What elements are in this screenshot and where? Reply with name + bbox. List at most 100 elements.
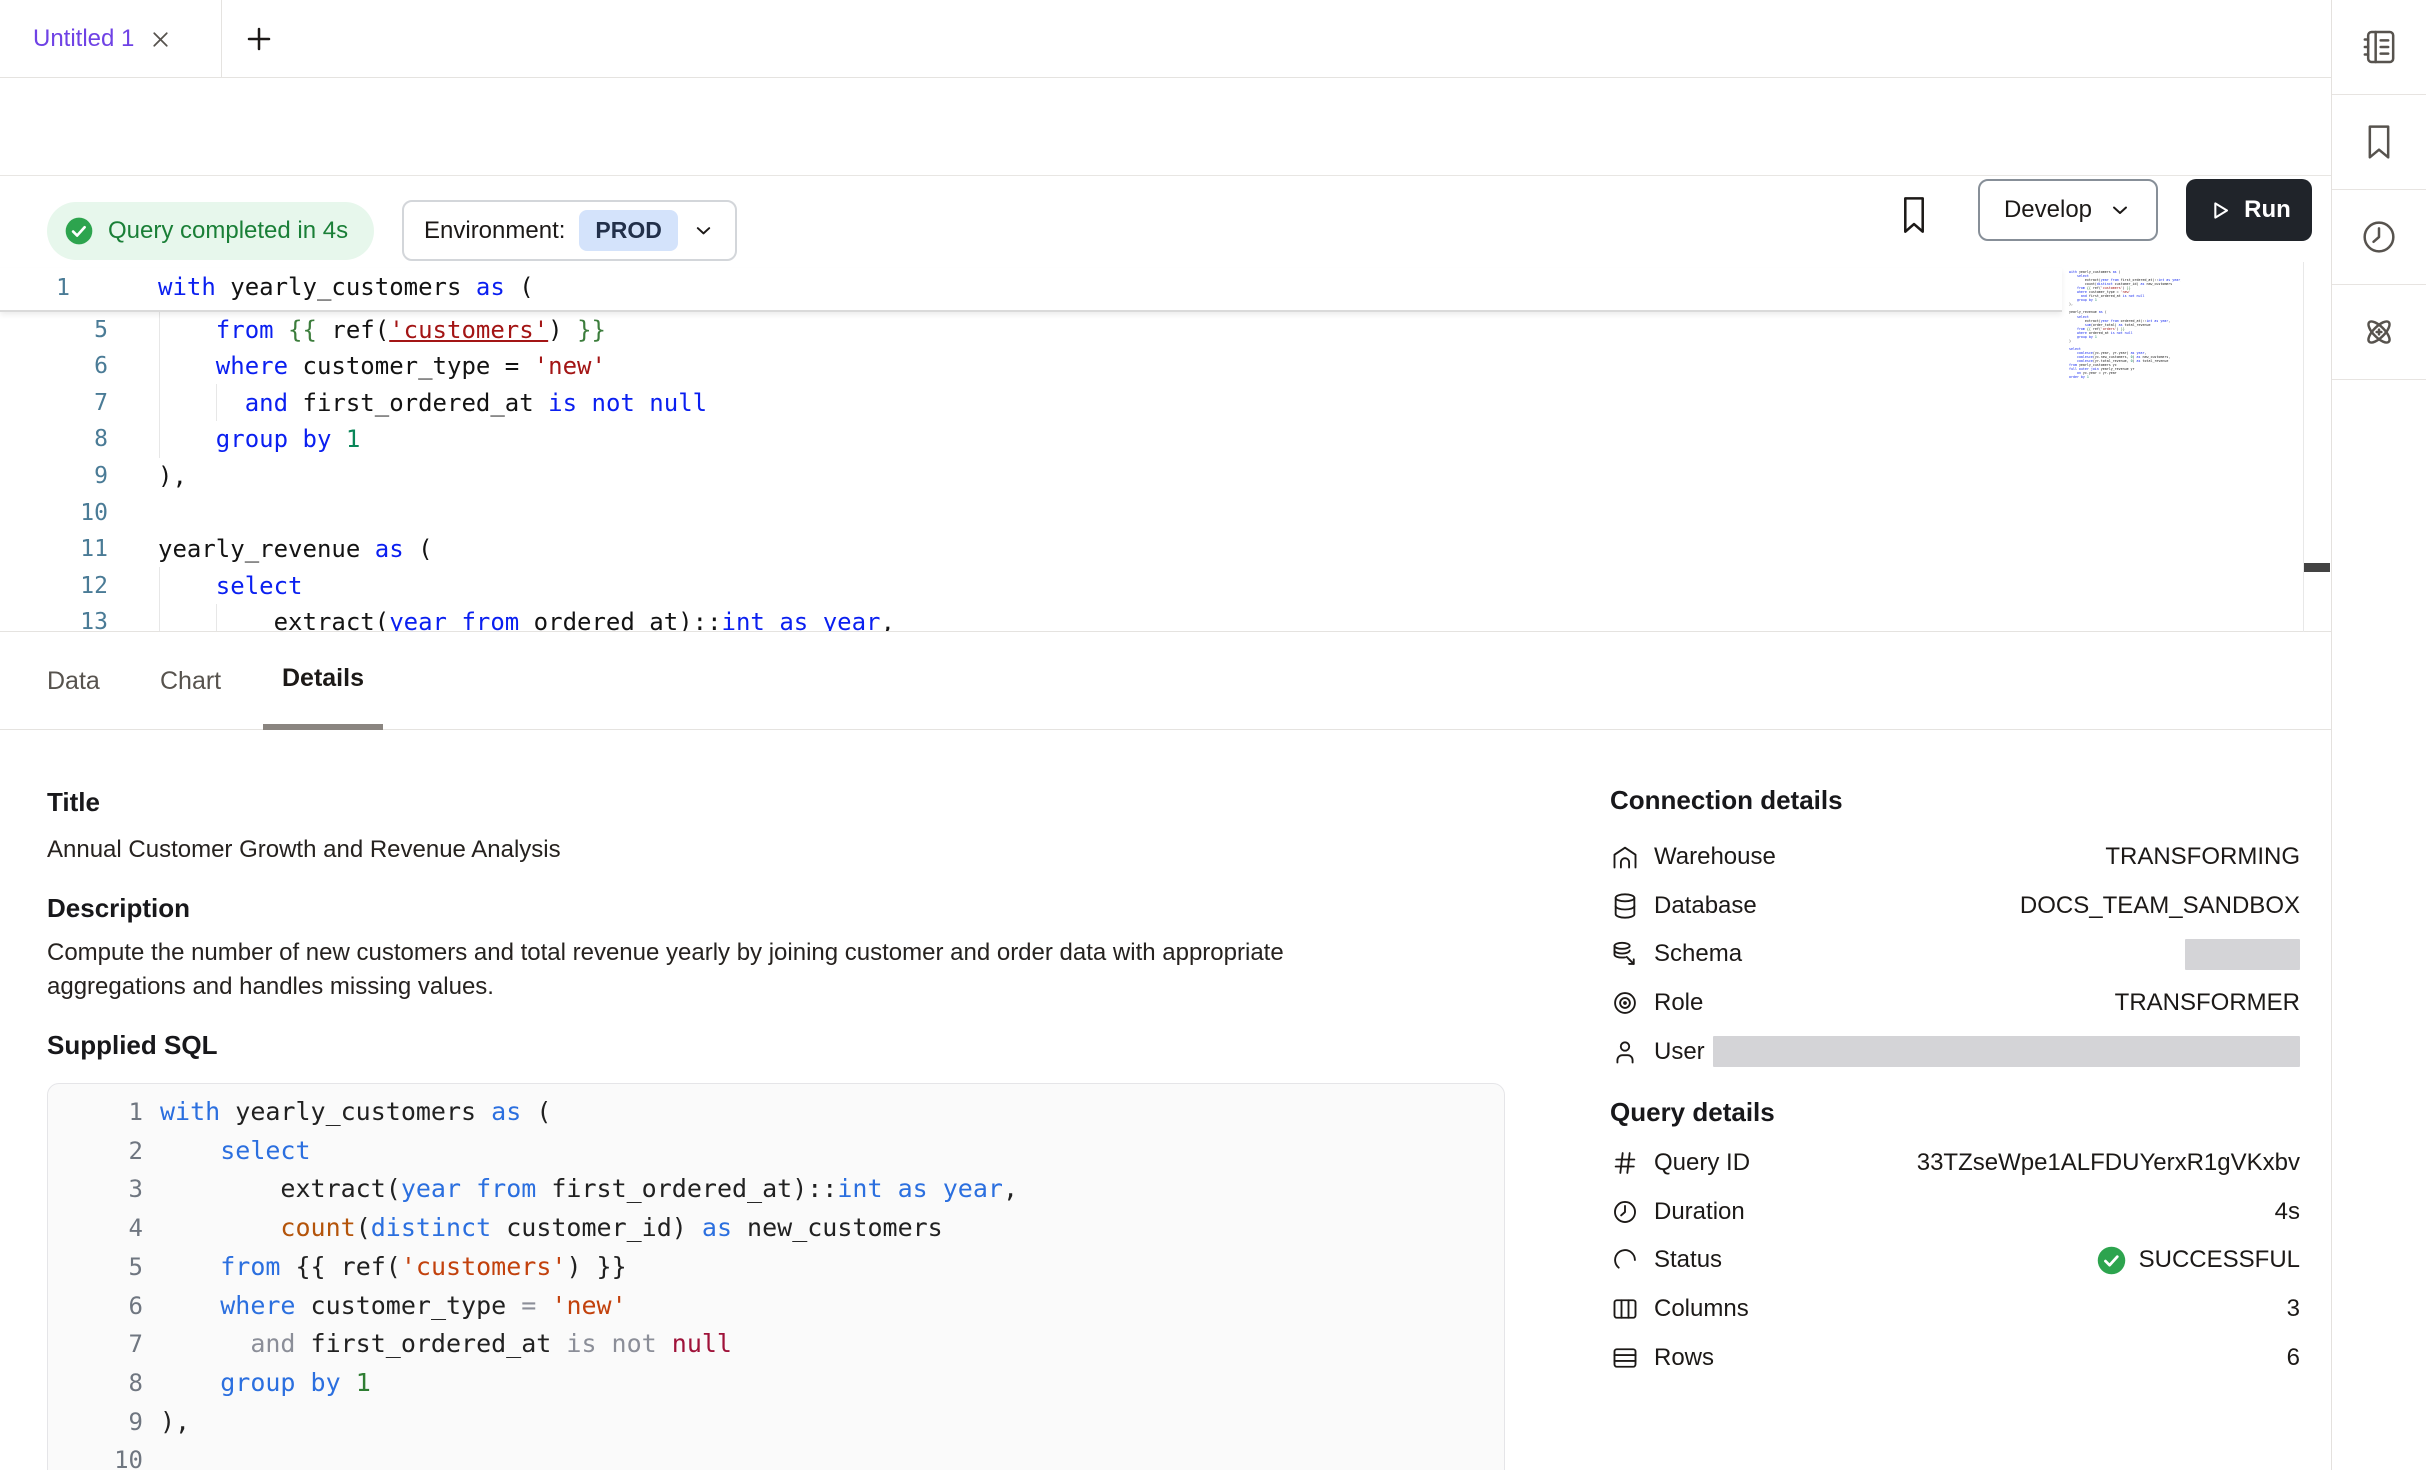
- run-button[interactable]: Run: [2186, 179, 2312, 241]
- ref-link[interactable]: 'customers': [389, 316, 548, 344]
- code-token: (: [505, 273, 534, 301]
- row-label: Schema: [1654, 940, 1742, 968]
- tab-untitled-1[interactable]: Untitled 1: [0, 0, 221, 78]
- sidebar-button-bookmark[interactable]: [2332, 95, 2426, 190]
- query-details-heading: Query details: [1610, 1097, 1775, 1128]
- develop-label: Develop: [2004, 196, 2092, 224]
- code-token: [883, 1174, 898, 1203]
- supplied-sql-heading: Supplied SQL: [47, 1030, 217, 1061]
- code-token: is not: [566, 1329, 656, 1358]
- sidebar-button-dbt-semantic-layer[interactable]: [2332, 285, 2426, 380]
- indent-guide: [159, 567, 160, 632]
- code-token: is not null: [2111, 331, 2133, 335]
- line-number: 9: [0, 463, 108, 489]
- editor-line-9: 9),: [0, 457, 2300, 494]
- query-row-rows: Rows 6: [1610, 1333, 2300, 1382]
- editor-scrollbar-thumb[interactable]: [2304, 563, 2330, 572]
- sql-code-editor[interactable]: 5 from {{ ref('customers') }}6 where cus…: [0, 262, 2331, 632]
- description-heading: Description: [47, 893, 190, 924]
- check-circle-icon: [63, 215, 95, 247]
- code-token: year: [389, 608, 447, 632]
- code-line: select: [160, 1136, 311, 1165]
- line-number: 3: [48, 1175, 143, 1203]
- code-token: customer_type: [295, 1291, 521, 1320]
- code-token: and: [245, 389, 288, 417]
- code-token: 1: [2095, 298, 2097, 302]
- check-circle-icon: [2095, 1244, 2128, 1277]
- bookmark-button[interactable]: [1890, 189, 1938, 241]
- redacted-value: [2185, 939, 2300, 970]
- code-token: ordered_at)::: [519, 608, 721, 632]
- code-token: is not null: [2123, 294, 2145, 298]
- code-token: [158, 389, 245, 417]
- code-token: ,: [1003, 1174, 1018, 1203]
- code-token: extract(: [158, 608, 389, 632]
- row-value: 33TZseWpe1ALFDUYerxR1gVKxbv: [1917, 1149, 2300, 1177]
- sql-line-2: 2 select: [48, 1133, 1504, 1172]
- code-token: group by: [2077, 298, 2093, 302]
- code-line: ),: [160, 1407, 190, 1436]
- environment-dropdown[interactable]: Environment: PROD: [402, 200, 737, 261]
- sql-line-9: 9),: [48, 1404, 1504, 1443]
- code-line: extract(year from first_ordered_at)::int…: [160, 1174, 1018, 1203]
- code-token: [160, 1213, 280, 1242]
- sql-line-4: 4 count(distinct customer_id) as new_cus…: [48, 1210, 1504, 1249]
- editor-line-6: 6 where customer_type = 'new': [0, 348, 2300, 385]
- code-line: group by 1: [160, 1368, 371, 1397]
- line-number: 1: [48, 1098, 143, 1126]
- clock-icon: [1610, 1197, 1640, 1227]
- code-token: [160, 1329, 250, 1358]
- code-token: group by: [220, 1368, 340, 1397]
- line-number: 13: [0, 609, 108, 632]
- notebook-icon: [2359, 27, 2399, 67]
- editor-minimap[interactable]: with yearly_customers as ( select extrac…: [2069, 270, 2181, 382]
- line-number: 9: [48, 1408, 143, 1436]
- row-value: TRANSFORMING: [2105, 843, 2300, 871]
- code-line: with yearly_customers as (: [160, 1097, 551, 1126]
- query-details-rows: Query ID33TZseWpe1ALFDUYerxR1gVKxbvDurat…: [1610, 1139, 2300, 1382]
- tab-divider: [221, 0, 222, 78]
- right-sidebar: [2331, 0, 2426, 1470]
- develop-dropdown-button[interactable]: Develop: [1978, 179, 2158, 241]
- close-icon[interactable]: [148, 27, 173, 52]
- schema-icon: [1610, 939, 1640, 969]
- editor-line-8: 8 group by 1: [0, 421, 2300, 458]
- code-line: count(distinct customer_id) as new_custo…: [160, 1213, 943, 1242]
- code-line: and first_ordered_at is not null: [160, 1329, 732, 1358]
- code-token: null: [672, 1329, 732, 1358]
- sidebar-button-notebook[interactable]: [2332, 0, 2426, 95]
- code-token: select: [216, 572, 303, 600]
- row-label: Duration: [1654, 1198, 1745, 1226]
- code-token: as: [702, 1213, 732, 1242]
- columns-icon: [1610, 1294, 1640, 1324]
- indent-guide: [216, 604, 217, 632]
- bookmark-icon: [2359, 122, 2399, 162]
- line-number: 12: [0, 573, 108, 599]
- editor-scrollbar-track: [2303, 262, 2331, 632]
- code-token: extract(: [160, 1174, 401, 1203]
- code-token: as: [491, 1097, 521, 1126]
- code-token: as: [375, 535, 404, 563]
- code-token: (: [2117, 270, 2121, 274]
- row-value: 6: [2287, 1344, 2300, 1372]
- query-status-badge: Query completed in 4s: [47, 202, 374, 260]
- query-status-text: Query completed in 4s: [108, 217, 348, 245]
- line-number: 4: [48, 1214, 143, 1242]
- status-successful-value: SUCCESSFUL: [2095, 1244, 2300, 1277]
- code-token: (: [356, 1213, 371, 1242]
- row-label: Rows: [1654, 1344, 1714, 1372]
- code-token: [160, 1136, 220, 1165]
- row-label: User: [1654, 1038, 1705, 1066]
- sidebar-button-clock[interactable]: [2332, 190, 2426, 285]
- code-token: year: [943, 1174, 1003, 1203]
- tab-chart[interactable]: Chart: [160, 633, 221, 730]
- row-value: 3: [2287, 1295, 2300, 1323]
- tab-data[interactable]: Data: [47, 633, 100, 730]
- line-number: 10: [0, 500, 108, 526]
- code-line: ),: [158, 462, 187, 490]
- code-token: (: [521, 1097, 551, 1126]
- new-tab-button[interactable]: [232, 0, 286, 78]
- code-token: and: [250, 1329, 295, 1358]
- tab-details[interactable]: Details: [263, 633, 383, 730]
- code-token: 'new': [534, 352, 606, 380]
